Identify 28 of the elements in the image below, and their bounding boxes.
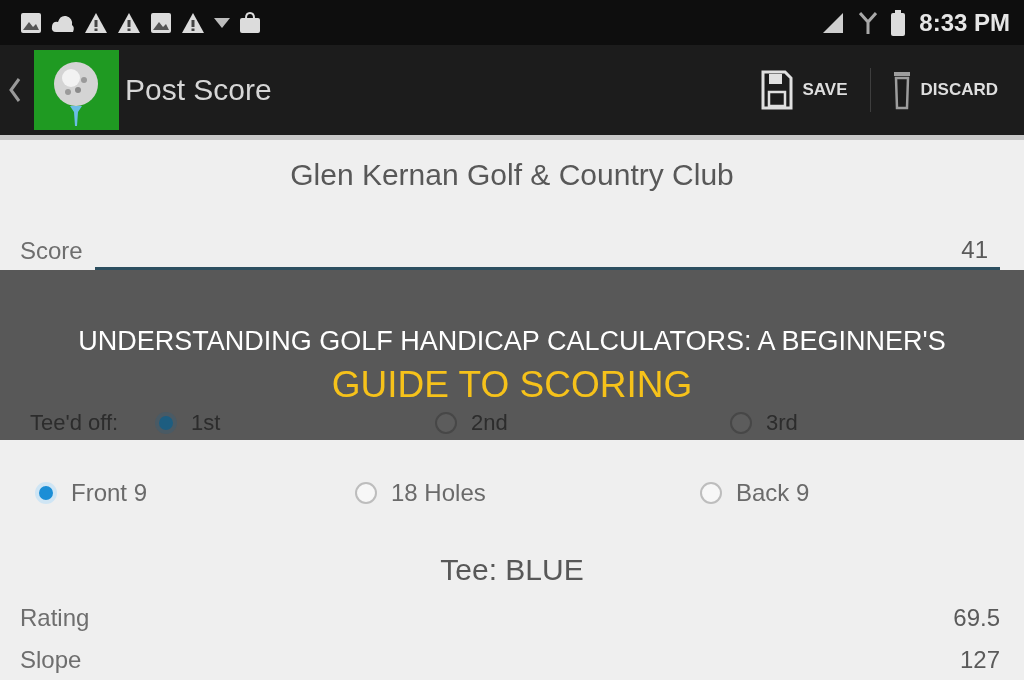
radio-option[interactable]: 18 Holes — [355, 478, 486, 507]
stat-label: Slope — [20, 645, 82, 675]
score-label: Score — [20, 236, 83, 266]
trash-icon — [892, 70, 911, 110]
bag-icon — [239, 11, 261, 34]
stat-value: 69.5 — [953, 603, 1000, 632]
status-time: 8:33 PM — [919, 8, 1010, 37]
course-name: Glen Kernan Golf & Country Club — [289, 157, 735, 193]
discard-button[interactable]: DISCARD — [880, 62, 1010, 118]
stat-value: 127 — [959, 646, 1000, 674]
image-icon — [150, 11, 172, 34]
stat-label: Rating — [20, 602, 90, 633]
triangle-icon — [181, 11, 205, 34]
banner-headline: UNDERSTANDING GOLF HANDICAP CALCULATORS: A BEGINNER'S — [77, 325, 947, 358]
back-icon[interactable] — [8, 76, 22, 104]
triangle-icon — [84, 11, 108, 34]
radio-option[interactable]: Front 9 — [35, 478, 148, 507]
tee-label: Tee: BLUE — [439, 552, 585, 588]
radio-option[interactable]: Back 9 — [700, 478, 810, 507]
battery-icon — [891, 9, 906, 36]
save-button[interactable]: SAVE — [748, 62, 860, 118]
image-icon — [20, 11, 42, 34]
banner-subheadline: GUIDE TO SCORING — [330, 364, 694, 406]
floppy-icon — [760, 70, 793, 110]
antenna-icon — [859, 10, 878, 35]
triangle-icon — [117, 11, 141, 34]
caret-icon — [214, 17, 230, 28]
screen-title: Post Score — [125, 73, 272, 107]
